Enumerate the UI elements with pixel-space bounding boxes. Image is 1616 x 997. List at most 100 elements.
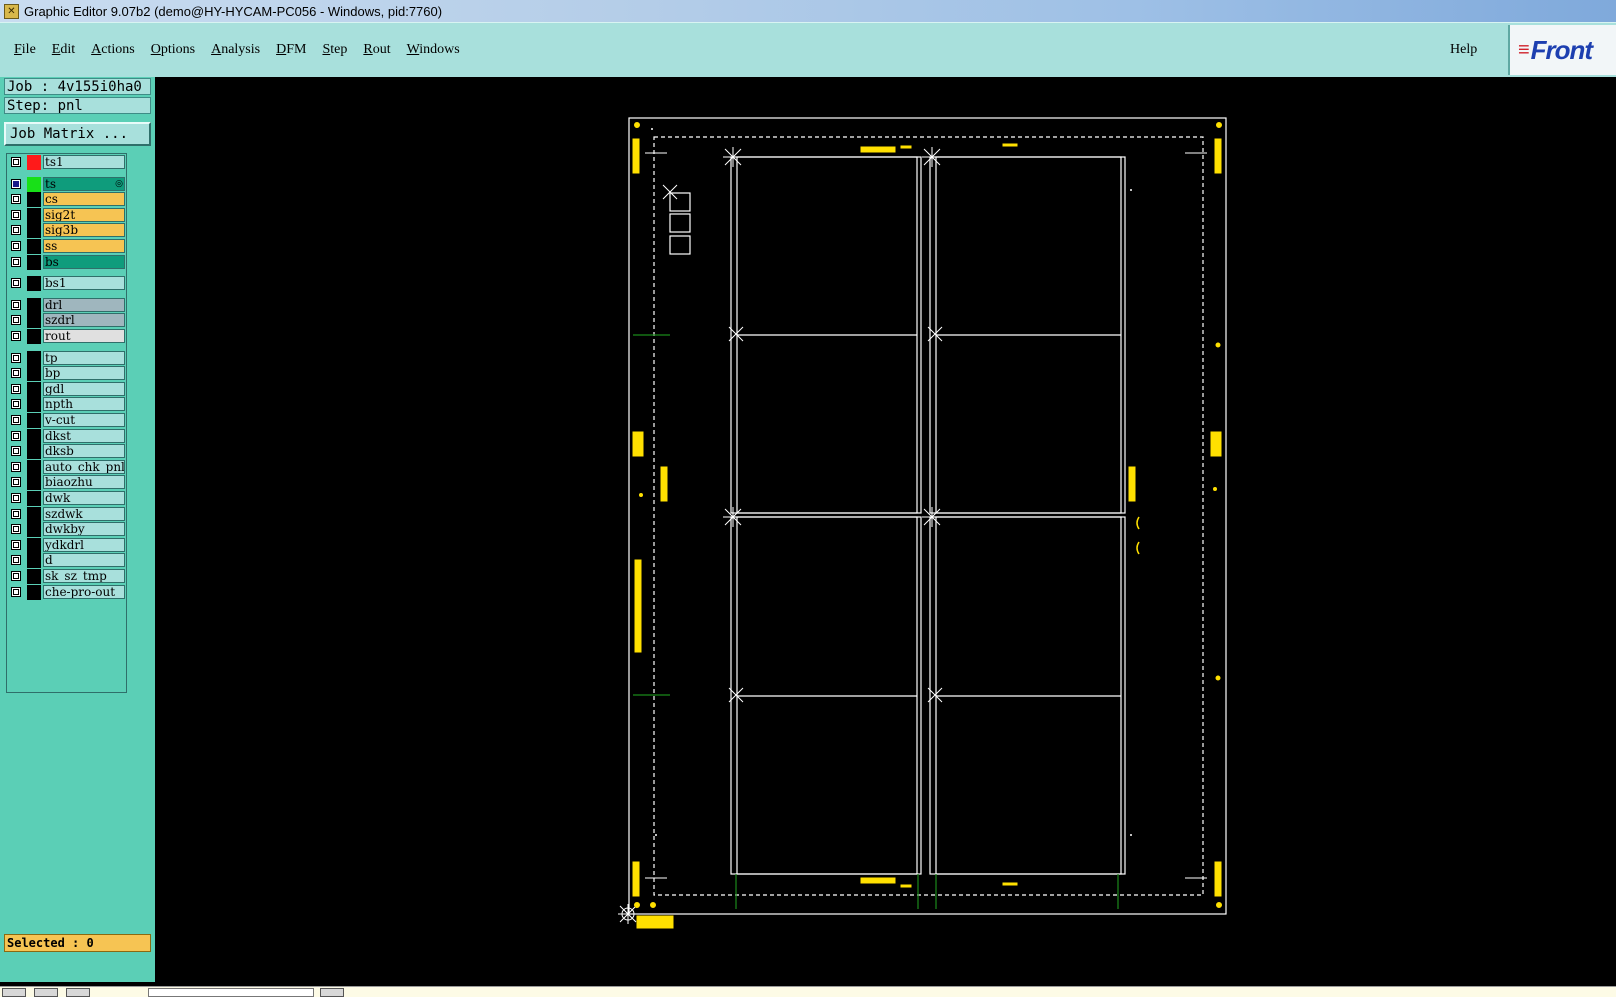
layer-row-szdwk[interactable]: szdwk [9, 506, 125, 522]
layer-color-swatch[interactable] [27, 413, 41, 428]
layer-color-swatch[interactable] [27, 207, 41, 223]
layer-name[interactable]: cs [43, 192, 125, 207]
layer-color-swatch[interactable] [27, 313, 41, 329]
layer-checkbox[interactable] [11, 352, 21, 363]
layer-color-swatch[interactable] [27, 176, 41, 192]
layer-checkbox[interactable] [11, 477, 21, 488]
layer-color-swatch[interactable] [27, 155, 41, 170]
layer-row-ydkdrl[interactable]: ydkdrl [9, 537, 125, 553]
layer-color-swatch[interactable] [27, 584, 41, 600]
menu-edit[interactable]: Edit [44, 42, 83, 58]
layer-checkbox[interactable] [11, 586, 21, 597]
layer-row-tp[interactable]: tp [9, 350, 125, 366]
layer-checkbox[interactable] [11, 225, 21, 236]
layer-name[interactable]: che-pro-out [43, 584, 125, 599]
layer-color-swatch[interactable] [27, 192, 41, 208]
layer-checkbox[interactable] [11, 368, 21, 379]
layer-color-swatch[interactable] [27, 459, 41, 475]
layer-row-dkst[interactable]: dkst [9, 428, 125, 444]
layer-checkbox[interactable] [11, 446, 21, 457]
layer-row-npth[interactable]: npth [9, 397, 125, 413]
layer-checkbox[interactable] [11, 178, 21, 189]
layer-color-swatch[interactable] [27, 444, 41, 460]
menu-help[interactable]: Help [1450, 23, 1477, 77]
menu-actions[interactable]: Actions [83, 42, 143, 58]
layer-color-swatch[interactable] [27, 491, 41, 506]
layer-row-ts1[interactable]: ts1 [9, 155, 125, 170]
layer-color-swatch[interactable] [27, 569, 41, 584]
menu-windows[interactable]: Windows [399, 42, 468, 58]
layer-name[interactable]: d [43, 553, 125, 568]
layer-checkbox[interactable] [11, 539, 21, 550]
layer-checkbox[interactable] [11, 430, 21, 441]
layer-name[interactable]: sig3b [43, 223, 125, 238]
layer-name[interactable]: sk_sz_tmp [43, 569, 125, 583]
layer-color-swatch[interactable] [27, 522, 41, 538]
layer-color-swatch[interactable] [27, 350, 41, 366]
layer-color-swatch[interactable] [27, 428, 41, 444]
layer-color-swatch[interactable] [27, 366, 41, 382]
layer-color-swatch[interactable] [27, 506, 41, 522]
layer-name[interactable]: ss [43, 239, 125, 253]
layer-checkbox[interactable] [11, 194, 21, 205]
layer-color-swatch[interactable] [27, 537, 41, 553]
layer-row-bs[interactable]: bs [9, 254, 125, 270]
layer-row-szdrl[interactable]: szdrl [9, 313, 125, 329]
layer-name[interactable]: dwkby [43, 522, 125, 537]
layer-row-ts[interactable]: ts ◎ [9, 176, 125, 192]
layer-name[interactable]: bs1 [43, 276, 125, 291]
layer-color-swatch[interactable] [27, 276, 41, 292]
layer-name[interactable]: dwk [43, 491, 125, 505]
menu-rout[interactable]: Rout [355, 42, 398, 58]
layer-color-swatch[interactable] [27, 223, 41, 239]
layer-name[interactable]: bp [43, 366, 125, 381]
layer-color-swatch[interactable] [27, 297, 41, 313]
layer-checkbox[interactable] [11, 461, 21, 472]
layer-row-drl[interactable]: drl [9, 297, 125, 313]
layer-color-swatch[interactable] [27, 381, 41, 397]
menu-step[interactable]: Step [314, 42, 355, 58]
layer-name[interactable]: v-cut [43, 413, 125, 427]
menu-options[interactable]: Options [143, 42, 203, 58]
layer-name[interactable]: biaozhu [43, 475, 125, 490]
layer-row-sig3b[interactable]: sig3b [9, 223, 125, 239]
layer-row-ss[interactable]: ss [9, 239, 125, 254]
layer-row-sk_sz_tmp[interactable]: sk_sz_tmp [9, 569, 125, 584]
layer-row-bs1[interactable]: bs1 [9, 276, 125, 292]
layer-row-dksb[interactable]: dksb [9, 444, 125, 460]
layer-checkbox[interactable] [11, 524, 21, 535]
menu-dfm[interactable]: DFM [268, 42, 314, 58]
layer-name[interactable]: rout [43, 329, 125, 343]
layer-color-swatch[interactable] [27, 254, 41, 270]
layer-name[interactable]: dksb [43, 444, 125, 459]
layer-name[interactable]: npth [43, 397, 125, 412]
layer-name[interactable]: sig2t [43, 207, 125, 222]
layer-row-v-cut[interactable]: v-cut [9, 413, 125, 428]
layer-row-che-pro-out[interactable]: che-pro-out [9, 584, 125, 600]
layer-row-rout[interactable]: rout [9, 329, 125, 344]
layer-row-cs[interactable]: cs [9, 192, 125, 208]
layer-name[interactable]: bs [43, 254, 125, 269]
layer-checkbox[interactable] [11, 331, 21, 341]
layer-row-sig2t[interactable]: sig2t [9, 207, 125, 223]
layer-row-dwkby[interactable]: dwkby [9, 522, 125, 538]
layer-row-biaozhu[interactable]: biaozhu [9, 475, 125, 491]
layer-color-swatch[interactable] [27, 397, 41, 413]
layer-row-d[interactable]: d [9, 553, 125, 569]
layer-row-bp[interactable]: bp [9, 366, 125, 382]
job-matrix-button[interactable]: Job Matrix ... [4, 122, 151, 146]
layer-color-swatch[interactable] [27, 239, 41, 254]
layer-checkbox[interactable] [11, 209, 21, 220]
layer-color-swatch[interactable] [27, 329, 41, 344]
layer-name[interactable]: ydkdrl [43, 537, 125, 552]
layer-checkbox[interactable] [11, 241, 21, 251]
layer-checkbox[interactable] [11, 415, 21, 425]
layer-checkbox[interactable] [11, 508, 21, 519]
menu-analysis[interactable]: Analysis [203, 42, 268, 58]
layer-name[interactable]: dkst [43, 428, 125, 443]
layer-name[interactable]: szdwk [43, 506, 125, 521]
graphic-canvas[interactable] [155, 77, 1616, 986]
layer-color-swatch[interactable] [27, 475, 41, 491]
layer-row-gdl[interactable]: gdl [9, 381, 125, 397]
layer-checkbox[interactable] [11, 493, 21, 503]
